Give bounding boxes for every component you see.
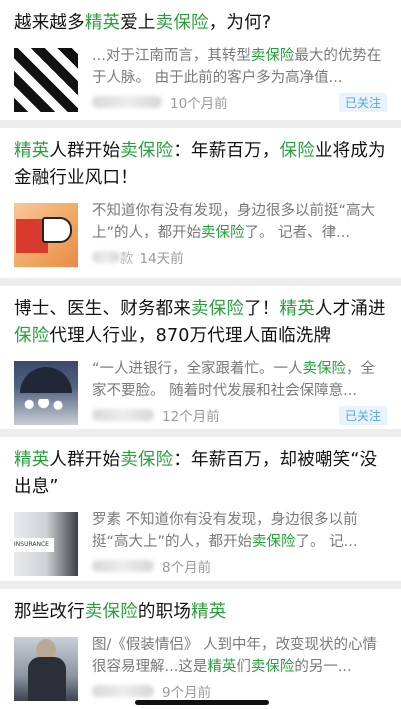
article-card[interactable]: 精英人群开始卖保险：年薪百万，保险业将成为金融行业风口！ 不知道你有没有发现，身… xyxy=(0,128,401,278)
keyword-highlight: 保险 xyxy=(279,141,315,161)
article-card[interactable]: 精英人群开始卖保险：年薪百万，却被嘲笑“没出息” INSURANCE 罗素 不知… xyxy=(0,437,401,581)
text-segment: 了！ xyxy=(244,299,280,319)
megaphone-icon xyxy=(42,217,72,243)
text-segment: 了。 记者、律... xyxy=(244,225,350,241)
source-suffix: 款 xyxy=(120,251,134,267)
text-segment: 爱上 xyxy=(120,13,156,33)
megaphone-sign-image xyxy=(14,203,78,267)
businessman-image xyxy=(14,637,78,701)
article-title[interactable]: 那些改行卖保险的职场精英 xyxy=(14,599,387,626)
text-segment: 了。 记... xyxy=(295,534,358,550)
text-segment: 人群开始 xyxy=(49,141,121,161)
keyword-highlight: 卖保险 xyxy=(191,299,245,319)
keyword-highlight: 卖保险 xyxy=(84,602,138,622)
article-time: 9个月前 xyxy=(162,685,212,701)
article-meta: 9个月前 xyxy=(92,681,387,701)
text-segment: ：年薪百万， xyxy=(173,141,280,161)
article-snippet: ...对于江南而言，其转型卖保险最大的优势在于人脉。 由于此前的客户多为高净值.… xyxy=(92,45,387,89)
followed-badge: 已关注 xyxy=(338,92,387,112)
text-segment: 们 xyxy=(236,659,251,675)
article-title[interactable]: 精英人群开始卖保险：年薪百万，却被嘲笑“没出息” xyxy=(14,447,387,501)
blurred-source-name xyxy=(92,560,154,572)
umbrella-family-image xyxy=(14,361,78,425)
article-title[interactable]: 精英人群开始卖保险：年薪百万，保险业将成为金融行业风口！ xyxy=(14,138,387,192)
text-segment: 代理人行业，870万代理人面临洗牌 xyxy=(49,326,332,346)
article-snippet: 罗素 不知道你有没有发现，身边很多以前挺“高大上”的人，都开始卖保险了。 记..… xyxy=(92,509,387,553)
blurred-source-name xyxy=(92,409,154,421)
keyword-highlight: 卖保险 xyxy=(250,48,295,64)
article-title[interactable]: 博士、医生、财务都来卖保险了！精英人才涌进保险代理人行业，870万代理人面临洗牌 xyxy=(14,296,387,350)
text-segment: 越来越多 xyxy=(14,13,85,33)
insurance-document-image: INSURANCE xyxy=(14,512,78,576)
article-meta: 款 14天前 xyxy=(92,247,387,267)
keyword-highlight: 精英 xyxy=(279,299,315,319)
text-segment: 的另一... xyxy=(294,659,352,675)
text-segment: ...对于江南而言，其转型 xyxy=(92,48,251,64)
keyword-highlight: 精英 xyxy=(84,13,121,33)
insurance-paper-label: INSURANCE xyxy=(14,538,54,552)
article-meta: 12个月前 已关注 xyxy=(92,405,387,425)
black-white-stripes-image xyxy=(14,48,78,112)
blurred-source-name xyxy=(92,96,162,108)
keyword-highlight: 卖保险 xyxy=(155,13,209,33)
keyword-highlight: 卖保险 xyxy=(302,361,347,377)
article-snippet: “一人进银行，全家跟着忙。一人卖保险，全家不要脸。 随着时代发展和社会保障意..… xyxy=(92,358,387,402)
article-feed: 越来越多精英爱上卖保险，为何? ...对于江南而言，其转型卖保险最大的优势在于人… xyxy=(0,0,401,709)
keyword-highlight: 精英 xyxy=(207,659,237,675)
article-card[interactable]: 博士、医生、财务都来卖保险了！精英人才涌进保险代理人行业，870万代理人面临洗牌… xyxy=(0,286,401,429)
article-time: 14天前 xyxy=(139,251,184,267)
blurred-source-name xyxy=(92,251,120,263)
keyword-highlight: 保险 xyxy=(14,326,50,346)
keyword-highlight: 精英 xyxy=(14,450,50,470)
article-snippet: 图/《假装情侣》 人到中年，改变现状的心情很容易理解...这是精英们卖保险的另一… xyxy=(92,634,387,678)
article-time: 8个月前 xyxy=(162,560,212,576)
article-time: 12个月前 xyxy=(162,409,220,425)
followed-badge: 已关注 xyxy=(338,405,387,425)
keyword-highlight: 卖保险 xyxy=(120,141,174,161)
article-title[interactable]: 越来越多精英爱上卖保险，为何? xyxy=(14,10,387,37)
blurred-source-name xyxy=(92,685,154,697)
text-segment: ，为何? xyxy=(208,13,272,33)
family-figures-shape xyxy=(22,399,70,417)
text-segment: 人群开始 xyxy=(49,450,121,470)
article-card[interactable]: 越来越多精英爱上卖保险，为何? ...对于江南而言，其转型卖保险最大的优势在于人… xyxy=(0,0,401,120)
keyword-highlight: 卖保险 xyxy=(201,225,245,241)
article-meta: 10个月前 已关注 xyxy=(92,92,387,112)
keyword-highlight: 精英 xyxy=(191,602,227,622)
text-segment: 人才涌进 xyxy=(314,299,386,319)
keyword-highlight: 精英 xyxy=(14,141,50,161)
text-segment: 博士、医生、财务都来 xyxy=(14,299,191,319)
person-suit-shape xyxy=(28,657,66,701)
text-segment: “一人进银行，全家跟着忙。一人 xyxy=(92,361,303,377)
article-card[interactable]: 那些改行卖保险的职场精英 图/《假装情侣》 人到中年，改变现状的心情很容易理解.… xyxy=(0,589,401,709)
article-snippet: 不知道你有没有发现，身边很多以前挺“高大上”的人，都开始卖保险了。 记者、律..… xyxy=(92,200,387,244)
article-meta: 8个月前 xyxy=(92,556,387,576)
text-segment: 那些改行 xyxy=(14,602,85,622)
keyword-highlight: 卖保险 xyxy=(252,534,296,550)
keyword-highlight: 卖保险 xyxy=(120,450,174,470)
text-segment: 的职场 xyxy=(137,602,192,622)
article-time: 10个月前 xyxy=(170,96,228,112)
home-indicator[interactable] xyxy=(135,700,269,705)
umbrella-shape xyxy=(20,367,72,393)
keyword-highlight: 卖保险 xyxy=(250,659,295,675)
